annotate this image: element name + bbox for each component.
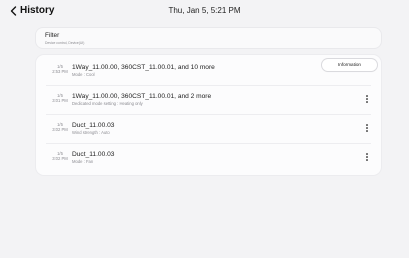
history-date-time: 1/5 3:02 PM [48,151,72,161]
history-title: 1Way_11.00.00, 360CST_11.00.01, and 2 mo… [72,93,212,100]
history-subtitle: Wind strength : Auto [72,130,110,135]
history-subtitle: Dedicated mode setting : Heating only [72,101,143,106]
history-item[interactable]: 1/5 3:02 PM Duct_11.00.03 Wind strength … [36,114,381,143]
filter-card[interactable]: Filter Device control, Device(UI) [36,28,381,48]
history-title: Duct_11.00.03 [72,151,115,158]
history-title: Duct_11.00.03 [72,122,115,129]
history-subtitle: Mode : Fan [72,159,94,164]
history-time: 3:02 PM [52,156,68,162]
filter-label: Filter [45,32,60,39]
more-options-icon[interactable] [364,123,370,135]
history-date-time: 1/5 3:01 PM [48,93,72,103]
history-time: 2:53 PM [52,69,68,75]
history-list: 1/5 2:53 PM 1Way_11.00.00, 360CST_11.00.… [36,55,381,175]
history-date-time: 1/5 2:53 PM [48,64,72,74]
history-time: 3:02 PM [52,127,68,133]
more-options-icon[interactable] [364,94,370,106]
information-button[interactable]: Information [322,59,377,71]
history-subtitle: Mode : Cool [72,72,95,77]
filter-subtext: Device control, Device(UI) [45,41,85,45]
history-item[interactable]: 1/5 3:02 PM Duct_11.00.03 Mode : Fan [36,143,381,172]
history-item[interactable]: 1/5 3:01 PM 1Way_11.00.00, 360CST_11.00.… [36,85,381,114]
history-time: 3:01 PM [52,98,68,104]
top-bar: History Thu, Jan 5, 5:21 PM [0,0,409,22]
history-date-time: 1/5 3:02 PM [48,122,72,132]
history-item[interactable]: 1/5 2:53 PM 1Way_11.00.00, 360CST_11.00.… [36,56,381,85]
more-options-icon[interactable] [364,152,370,164]
history-title: 1Way_11.00.00, 360CST_11.00.01, and 10 m… [72,64,215,71]
date-time: Thu, Jan 5, 5:21 PM [168,6,241,15]
